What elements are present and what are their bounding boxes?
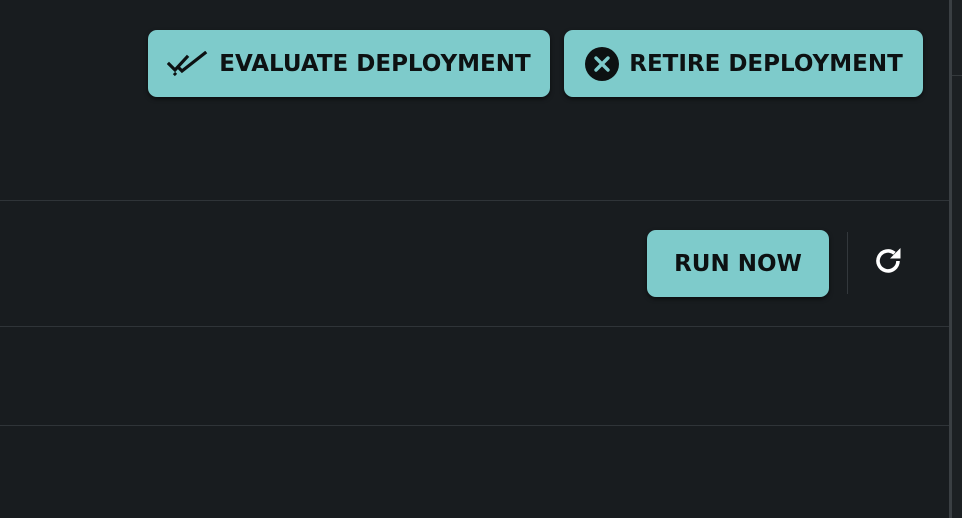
evaluate-deployment-label: EVALUATE DEPLOYMENT (219, 50, 531, 77)
side-panel-edge (952, 0, 962, 518)
evaluate-deployment-button[interactable]: EVALUATE DEPLOYMENT (148, 30, 550, 97)
close-circle-icon (584, 46, 620, 82)
vertical-divider (847, 232, 848, 294)
refresh-button[interactable] (867, 242, 909, 284)
section-divider (0, 200, 951, 201)
refresh-icon (871, 244, 905, 282)
retire-deployment-label: RETIRE DEPLOYMENT (629, 50, 903, 77)
double-check-icon (167, 50, 209, 77)
run-now-button[interactable]: RUN NOW (647, 230, 829, 297)
row-divider (0, 326, 951, 327)
retire-deployment-button[interactable]: RETIRE DEPLOYMENT (564, 30, 923, 97)
row-divider (0, 425, 951, 426)
side-panel-header (952, 0, 962, 76)
deployment-panel: EVALUATE DEPLOYMENT RETIRE DEPLOYMENT RU… (0, 0, 962, 518)
run-now-label: RUN NOW (674, 250, 802, 277)
